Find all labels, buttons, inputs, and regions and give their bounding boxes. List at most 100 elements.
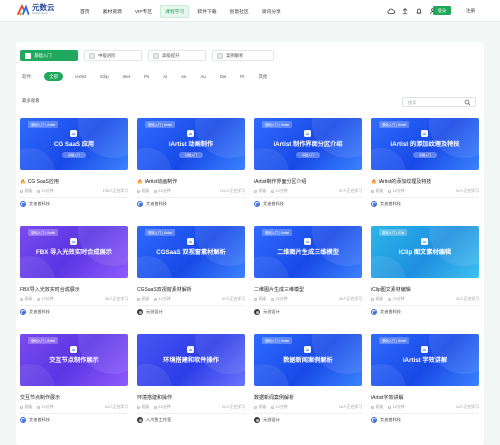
course-author[interactable]: 艾迪普科技 (20, 309, 50, 315)
course-panel: 基础入门 中级进阶 高级提升 案例解析 软件： 全部 iArtist iClip… (16, 42, 484, 445)
course-thumbnail[interactable]: 基础入门 | iClip iA iClip 图文素材编辑 (371, 226, 479, 278)
filter-chip-iartist[interactable]: iArtist (75, 74, 86, 79)
course-title[interactable]: 🔥 iArtist动画制作 (137, 178, 178, 186)
bell-icon[interactable] (414, 6, 423, 15)
filter-chip-all[interactable]: 全部 (44, 72, 63, 81)
avatar (137, 309, 143, 315)
course-thumbnail[interactable]: 基础入门 | iArtist iA iArtist 字效讲解 (371, 334, 479, 386)
course-title[interactable]: 二维图片生成三维模型 (254, 286, 304, 293)
course-author[interactable]: 艾迪普科技 (20, 201, 50, 207)
course-meta: 初级 12分钟 21人正在学习 (137, 405, 245, 410)
course-title[interactable]: 数据新闻案例解析 (254, 394, 294, 401)
register-link[interactable]: 注册 (466, 8, 475, 14)
card-divider (137, 413, 245, 414)
nav-assets[interactable]: 素材资源 (103, 8, 122, 15)
course-card[interactable]: iA 环境搭建和软件操作环境搭建和操作初级 12分钟 21人正在学习 八爪鱼工作室 (137, 334, 245, 433)
course-author[interactable]: 艾迪普科技 (137, 201, 167, 207)
filter-chip-ps[interactable]: Ps (144, 74, 149, 79)
upload-icon[interactable] (400, 6, 409, 15)
search-input[interactable]: 搜索 (402, 97, 476, 107)
filter-chip-dw[interactable]: Dw (220, 74, 226, 79)
filter-chip-ae[interactable]: Ae (181, 74, 186, 79)
course-title-text: iArtist动画制作 (144, 179, 178, 185)
course-title[interactable]: 环境搭建和操作 (137, 394, 172, 401)
course-title[interactable]: FBX导入光效实时合成展示 (20, 286, 80, 293)
app-icon: iA (187, 346, 194, 353)
course-author[interactable]: 艾迪普科技 (254, 201, 284, 207)
nav-community[interactable]: 创意社区 (230, 8, 249, 15)
course-thumbnail[interactable]: 基础入门 | iArtist iA CG SaaS 应用 基础入门 (20, 118, 128, 170)
course-thumbnail[interactable]: 基础入门 | iArtist iA iArtist 制作界面分区介绍 基础入门 (254, 118, 362, 170)
course-meta: 初级 12分钟 14人正在学习 (371, 405, 479, 410)
filter-chip-au[interactable]: Au (201, 74, 206, 79)
course-title[interactable]: iArtist字效讲解 (371, 394, 404, 401)
filter-label: 软件： (22, 73, 36, 79)
filter-chip-iset[interactable]: iSet (123, 74, 131, 79)
site-logo[interactable]: 元数云 Shuzhi Cloud (16, 3, 55, 17)
filter-chip-other[interactable]: 其他 (259, 74, 268, 80)
course-duration: 12分钟 (41, 189, 54, 193)
course-thumbnail[interactable]: 基础入门 | iArtist iA 数据新闻案例解析 (254, 334, 362, 386)
course-author[interactable]: 艾迪普科技 (20, 417, 50, 423)
course-meta: 初级 12分钟 37人正在学习 (137, 297, 245, 302)
course-card[interactable]: 基础入门 | iArtist iA CG SaaS 应用 基础入门 🔥 CG SaaS应用… (20, 118, 128, 217)
sort-most-viewed[interactable]: 最多观看 (22, 98, 40, 104)
course-title[interactable]: CGSaaS双视窗素材解析 (137, 286, 192, 293)
course-author[interactable]: 八爪鱼工作室 (137, 417, 171, 423)
course-card[interactable]: 基础入门 | iArtist iA CGSaaS 双视窗素材解析 CGSaaS双视窗素… (137, 226, 245, 325)
cloud-icon[interactable] (386, 6, 395, 15)
course-card[interactable]: 基础入门 | iClip iA iClip 图文素材编辑 iClip图文素材编辑初级 1… (371, 226, 479, 325)
nav-courses[interactable]: 课程学习 (160, 4, 190, 18)
tab-case-study[interactable]: 案例解析 (212, 50, 274, 61)
course-author[interactable]: 元创设计 (254, 417, 280, 423)
course-thumbnail[interactable]: 基础入门 | iArtist iA 交互节点制作展示 (20, 334, 128, 386)
tab-icon (25, 52, 31, 59)
course-card[interactable]: 基础入门 | iArtist iA 交互节点制作展示 交互节点制作展示 初级 12分钟 24… (20, 334, 128, 433)
course-title[interactable]: 交互节点制作展示 (20, 394, 60, 401)
tab-advanced[interactable]: 高级提升 (148, 50, 206, 61)
filter-chip-pr[interactable]: Pr (240, 74, 244, 79)
nav-news[interactable]: 资讯分享 (262, 8, 281, 15)
course-title-text: 交互节点制作展示 (20, 395, 61, 401)
course-thumbnail[interactable]: 基础入门 | iArtist iA iArtist 动画制作 基础入门 (137, 118, 245, 170)
course-card[interactable]: 基础入门 | iArtist iA iArtist 制作界面分区介绍 基础入门 iArt… (254, 118, 362, 217)
course-meta: 初级 12分钟 32人正在学习 (371, 297, 479, 302)
nav-vip[interactable]: VIP专区 (135, 8, 152, 15)
course-author[interactable]: 元创设计 (137, 309, 163, 315)
course-card[interactable]: 基础入门 | iArtist iA 二维图片生成三维模型 二维图片生成三维模型 初级 12… (254, 226, 362, 325)
nav-software[interactable]: 软件下载 (197, 8, 216, 15)
course-duration: 12分钟 (275, 297, 288, 301)
tab-beginner[interactable]: 基础入门 (20, 50, 78, 61)
course-thumbnail[interactable]: 基础入门 | iArtist iA FBX 导入光效实时合成展示 (20, 226, 128, 278)
course-card[interactable]: 基础入门 | iArtist iA iArtist 字效讲解 iArtist字效讲解初… (371, 334, 479, 433)
tab-intermediate[interactable]: 中级进阶 (84, 50, 142, 61)
level-icon (20, 298, 23, 301)
course-thumbnail[interactable]: 基础入门 | iArtist iA CGSaaS 双视窗素材解析 (137, 226, 245, 278)
course-level: 初级 (24, 189, 33, 193)
filter-chip-iclip[interactable]: iClip (100, 74, 109, 79)
course-title[interactable]: iArtist制作界面分区介绍 (254, 178, 307, 185)
level-pill: 基础入门 (413, 152, 437, 158)
course-thumbnail[interactable]: 基础入门 | iArtist iA iArtist 的添加纹理及特技 基础入门 (371, 118, 479, 170)
course-thumbnail[interactable]: 基础入门 | iArtist iA 二维图片生成三维模型 (254, 226, 362, 278)
course-author[interactable]: 艾迪普科技 (371, 417, 401, 423)
course-title[interactable]: 🔥 CG SaaS应用 (20, 178, 59, 186)
fire-icon: 🔥 (137, 178, 143, 184)
card-divider (254, 413, 362, 414)
course-title[interactable]: iClip图文素材编辑 (371, 286, 411, 293)
course-author[interactable]: 元创设计 (254, 309, 280, 315)
course-card[interactable]: 基础入门 | iArtist iA iArtist 动画制作 基础入门 🔥 iArtist… (137, 118, 245, 217)
search-icon[interactable] (464, 99, 471, 106)
course-author[interactable]: 艾迪普科技 (371, 201, 401, 207)
course-level: 初级 (24, 405, 33, 409)
avatar (20, 309, 26, 315)
course-thumbnail[interactable]: iA 环境搭建和软件操作 (137, 334, 245, 386)
course-card[interactable]: 基础入门 | iArtist iA iArtist 的添加纹理及特技 基础入门 🔥 iAr… (371, 118, 479, 217)
course-card[interactable]: 基础入门 | iArtist iA 数据新闻案例解析 数据新闻案例解析 初级 12分钟 18… (254, 334, 362, 433)
course-card[interactable]: 基础入门 | iArtist iA FBX 导入光效实时合成展示 FBX导入光效实时合… (20, 226, 128, 325)
nav-home[interactable]: 首页 (80, 8, 90, 15)
login-button[interactable]: 登录 (433, 6, 451, 15)
course-author[interactable]: 艾迪普科技 (371, 309, 401, 315)
filter-chip-ai[interactable]: Ai (163, 74, 167, 79)
course-title[interactable]: 🔥 iArtist的添加纹理及特技 (371, 178, 431, 186)
